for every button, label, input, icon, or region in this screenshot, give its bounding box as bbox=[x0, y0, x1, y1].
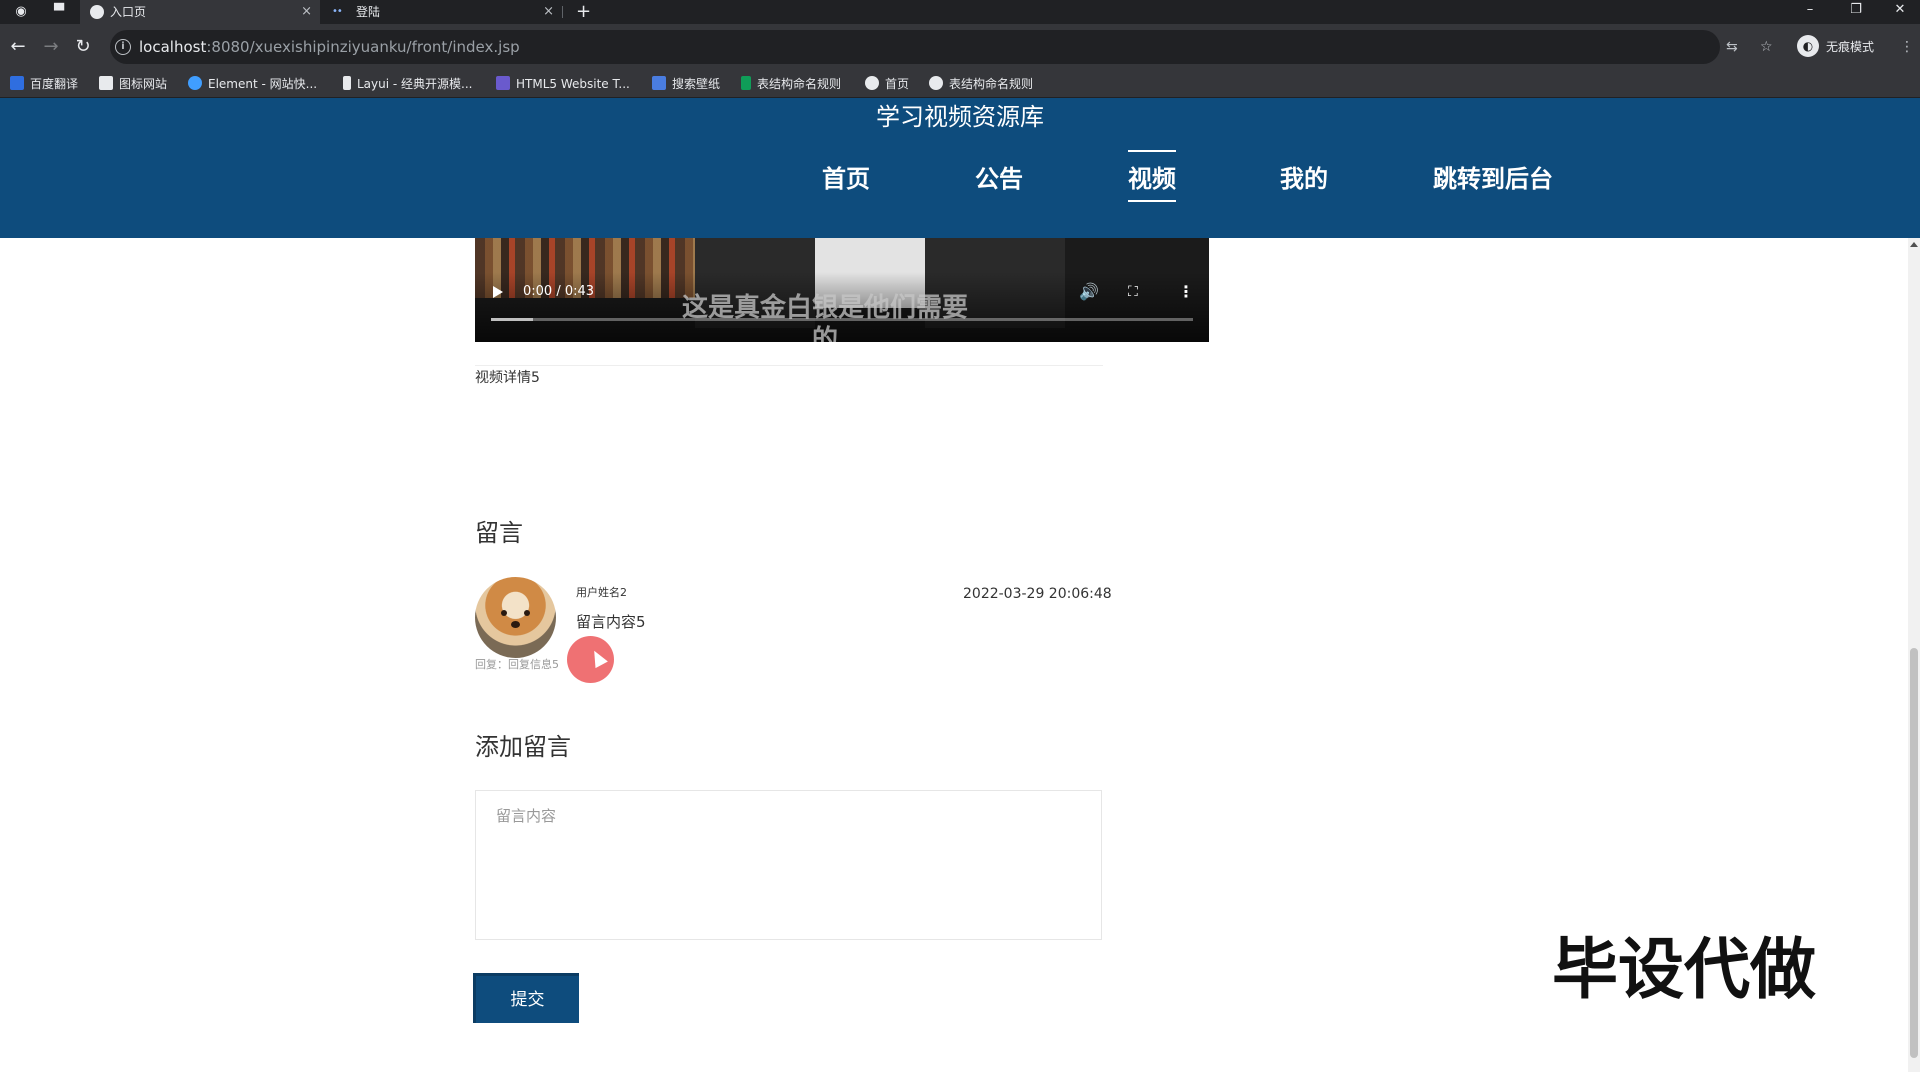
new-tab-button[interactable]: + bbox=[576, 0, 591, 24]
globe-icon bbox=[929, 76, 943, 90]
forward-arrow-icon[interactable]: → bbox=[40, 36, 62, 58]
video-player[interactable]: 0:00 / 0:43 这是真金白银是他们需要的 🔊 ⛶ ⋮ bbox=[475, 238, 1209, 342]
back-arrow-icon[interactable]: ← bbox=[7, 36, 29, 58]
tab-overview-icon[interactable]: ▀ bbox=[50, 3, 68, 21]
avatar-eye bbox=[501, 610, 507, 616]
bookmark-label: Element - 网站快... bbox=[208, 77, 318, 91]
scroll-up-icon[interactable] bbox=[1910, 242, 1918, 247]
url-text[interactable]: localhost:8080/xuexishipinziyuanku/front… bbox=[139, 38, 520, 56]
close-icon[interactable]: × bbox=[301, 0, 312, 24]
element-icon bbox=[188, 76, 202, 90]
baidu-translate-icon bbox=[10, 76, 24, 90]
video-buffered bbox=[491, 318, 533, 321]
bookmark-label: 图标网站 bbox=[119, 77, 168, 91]
bookmark-home[interactable]: 首页 bbox=[865, 75, 909, 93]
comment-content: 留言内容5 bbox=[576, 613, 646, 631]
tab-title: 登陆 bbox=[356, 5, 381, 19]
tab-login[interactable]: •• 登陆 × bbox=[322, 0, 562, 24]
comment-input[interactable] bbox=[475, 790, 1102, 940]
video-progress-bar[interactable] bbox=[491, 318, 1193, 321]
restore-icon[interactable]: ❐ bbox=[1836, 0, 1876, 24]
bookmark-star-icon[interactable]: ☆ bbox=[1760, 36, 1773, 58]
url-path: :8080/xuexishipinziyuanku/front/index.js… bbox=[206, 38, 520, 56]
bookmark-table-naming[interactable]: 表结构命名规则 bbox=[741, 75, 841, 93]
comment-reply: 回复：回复信息5 bbox=[475, 658, 559, 671]
page-scrollbar[interactable] bbox=[1908, 238, 1920, 1072]
avatar-nose bbox=[511, 621, 520, 628]
avatar bbox=[475, 577, 556, 658]
layui-icon bbox=[343, 76, 351, 90]
nav-home[interactable]: 首页 bbox=[822, 164, 870, 194]
bookmark-wallpaper[interactable]: 搜索壁纸 bbox=[652, 75, 720, 93]
volume-icon[interactable]: 🔊 bbox=[1079, 282, 1099, 302]
tab-title: 入口页 bbox=[110, 5, 147, 19]
bookmarks-bar: 百度翻译 图标网站 Element - 网站快... Layui - 经典开源模… bbox=[0, 70, 1920, 98]
reload-icon[interactable]: ↻ bbox=[72, 36, 94, 58]
minimize-icon[interactable]: – bbox=[1790, 0, 1830, 24]
globe-icon bbox=[90, 5, 104, 19]
browser-menu-icon[interactable]: ⋮ bbox=[1900, 36, 1914, 58]
video-time: 0:00 / 0:43 bbox=[523, 284, 595, 299]
video-subtitle: 这是真金白银是他们需要的 bbox=[681, 293, 968, 342]
watermark: 毕设代做 bbox=[1552, 931, 1816, 1008]
tab-separator bbox=[562, 6, 563, 18]
url-omnibox[interactable]: i localhost:8080/xuexishipinziyuanku/fro… bbox=[110, 30, 1720, 64]
comments-heading: 留言 bbox=[475, 519, 523, 547]
browser-globe-icon[interactable]: ◉ bbox=[12, 3, 30, 21]
play-icon[interactable] bbox=[493, 286, 503, 298]
bookmark-label: 搜索壁纸 bbox=[672, 77, 721, 91]
loading-dots-icon: •• bbox=[332, 6, 343, 17]
avatar-eye bbox=[524, 610, 530, 616]
bookmark-label: 首页 bbox=[885, 77, 910, 91]
browser-tab-bar: ◉ ▀ 入口页 × •• 登陆 × + – ❐ ✕ bbox=[0, 0, 1920, 24]
tab-entry-page[interactable]: 入口页 × bbox=[80, 0, 320, 24]
bookmark-baidu-translate[interactable]: 百度翻译 bbox=[10, 75, 78, 93]
bookmark-icon-site[interactable]: 图标网站 bbox=[99, 75, 167, 93]
comment-username: 用户姓名2 bbox=[576, 586, 627, 599]
nav-mine[interactable]: 我的 bbox=[1280, 164, 1328, 194]
nav-announcements[interactable]: 公告 bbox=[975, 164, 1023, 194]
site-title: 学习视频资源库 bbox=[876, 103, 1044, 131]
translate-icon[interactable]: ⇆ bbox=[1726, 36, 1738, 58]
fullscreen-icon[interactable]: ⛶ bbox=[1128, 282, 1138, 302]
site-header: 学习视频资源库 首页 公告 视频 我的 跳转到后台 bbox=[0, 98, 1920, 238]
bookmark-layui[interactable]: Layui - 经典开源模... bbox=[343, 75, 472, 93]
html5-template-icon bbox=[496, 76, 510, 90]
scroll-thumb[interactable] bbox=[1910, 648, 1918, 1058]
divider bbox=[475, 365, 1103, 366]
comment-timestamp: 2022-03-29 20:06:48 bbox=[963, 586, 1112, 602]
url-host: localhost bbox=[139, 38, 207, 56]
incognito-icon[interactable]: ◐ bbox=[1797, 35, 1819, 57]
nav-videos[interactable]: 视频 bbox=[1128, 150, 1176, 202]
bookmark-label: Layui - 经典开源模... bbox=[357, 77, 473, 91]
globe-icon bbox=[865, 76, 879, 90]
address-bar: ← → ↻ i localhost:8080/xuexishipinziyuan… bbox=[0, 24, 1920, 70]
bookmark-label: 表结构命名规则 bbox=[949, 77, 1034, 91]
bookmark-element[interactable]: Element - 网站快... bbox=[188, 75, 317, 93]
bookmark-label: HTML5 Website T... bbox=[516, 77, 630, 91]
bookmark-label: 表结构命名规则 bbox=[757, 77, 842, 91]
nav-go-to-admin[interactable]: 跳转到后台 bbox=[1433, 164, 1553, 194]
sheet-icon bbox=[741, 76, 751, 90]
close-icon[interactable]: × bbox=[543, 0, 554, 24]
video-description: 视频详情5 bbox=[475, 370, 540, 386]
bookmark-label: 百度翻译 bbox=[30, 77, 79, 91]
wallpaper-icon bbox=[652, 76, 666, 90]
window-close-icon[interactable]: ✕ bbox=[1880, 0, 1920, 24]
more-options-icon[interactable]: ⋮ bbox=[1178, 282, 1194, 302]
submit-button[interactable]: 提交 bbox=[473, 973, 579, 1023]
bookmark-html5-template[interactable]: HTML5 Website T... bbox=[496, 75, 630, 93]
flag-icon bbox=[99, 76, 113, 90]
add-comment-heading: 添加留言 bbox=[475, 733, 571, 761]
site-info-icon[interactable]: i bbox=[115, 39, 131, 55]
incognito-label[interactable]: 无痕模式 bbox=[1826, 36, 1874, 58]
bookmark-table-naming-2[interactable]: 表结构命名规则 bbox=[929, 75, 1033, 93]
